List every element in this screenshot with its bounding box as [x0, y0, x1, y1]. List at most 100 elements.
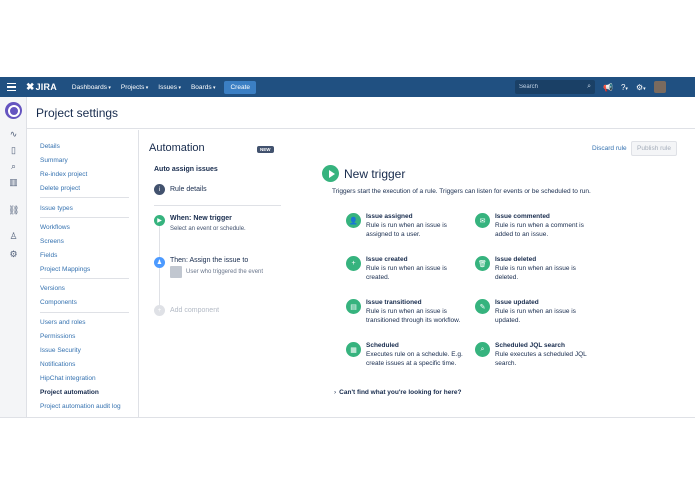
app-switcher-icon[interactable] [0, 77, 22, 97]
trigger-issue-commented[interactable]: ✉ Issue commented Rule is run when a com… [475, 212, 595, 239]
megaphone-icon[interactable]: 📢 [603, 83, 613, 92]
trigger-description: Triggers start the execution of a rule. … [332, 188, 591, 195]
trigger-item-description: Rule executes a scheduled JQL search. [495, 351, 587, 367]
settings-icon[interactable]: ⚙ [8, 249, 19, 259]
trigger-issue-assigned[interactable]: 👤 Issue assigned Rule is run when an iss… [346, 212, 466, 239]
top-navigation-bar: ✖ JIRA Dashboards Projects Issues Boards… [0, 77, 695, 97]
when-step-title: When: New trigger [170, 215, 232, 222]
search-input[interactable] [519, 84, 579, 90]
nav-versions[interactable]: Versions [40, 282, 130, 296]
trigger-item-description: Rule is run when an issue is created. [366, 265, 447, 281]
nav-delete-project[interactable]: Delete project [40, 182, 130, 196]
cant-find-expander[interactable]: › Can't find what you're looking for here… [334, 389, 461, 396]
trigger-issue-transitioned[interactable]: ▤ Issue transitioned Rule is run when an… [346, 298, 466, 325]
plus-icon: + [154, 305, 165, 316]
trigger-selection-panel: Discard rule Publish rule New trigger Tr… [310, 130, 695, 417]
trigger-item-description: Rule is run when an issue is updated. [495, 308, 576, 324]
chevron-right-icon: › [334, 389, 337, 396]
publish-rule-button[interactable]: Publish rule [631, 141, 677, 156]
discard-rule-link[interactable]: Discard rule [592, 145, 627, 152]
divider [154, 205, 281, 206]
nav-hipchat-integration[interactable]: HipChat integration [40, 372, 130, 386]
calendar-icon: ▦ [346, 342, 361, 357]
search-box[interactable]: ⌕ [515, 80, 595, 94]
info-icon: i [154, 184, 165, 195]
nav-divider [40, 312, 129, 313]
trigger-item-title: Issue transitioned [366, 299, 422, 306]
nav-components[interactable]: Components [40, 296, 130, 310]
nav-divider [40, 217, 129, 218]
automation-rule-panel: Automation NEW Auto assign issues i Rule… [140, 130, 310, 417]
play-icon: ▶ [154, 215, 165, 226]
nav-permissions[interactable]: Permissions [40, 330, 130, 344]
trigger-item-description: Rule is run when a comment is added to a… [495, 222, 584, 238]
nav-summary[interactable]: Summary [40, 154, 130, 168]
nav-project-mappings[interactable]: Project Mappings [40, 263, 130, 277]
trigger-scheduled[interactable]: ▦ Scheduled Executes rule on a schedule.… [346, 341, 466, 368]
nav-issue-security[interactable]: Issue Security [40, 344, 130, 358]
cant-find-label: Can't find what you're looking for here? [339, 389, 462, 396]
user-avatar-icon[interactable] [653, 81, 666, 93]
nav-issue-types[interactable]: Issue types [40, 202, 130, 216]
trigger-issue-deleted[interactable]: 🗑 Issue deleted Rule is run when an issu… [475, 255, 595, 282]
nav-group-permissions: Users and roles Permissions Issue Securi… [40, 316, 130, 414]
trigger-item-title: Scheduled [366, 342, 399, 349]
menu-projects[interactable]: Projects [121, 84, 148, 91]
nav-screens[interactable]: Screens [40, 235, 130, 249]
search-issues-icon[interactable]: ⌕ [8, 161, 19, 171]
rule-details-link[interactable]: i Rule details [154, 184, 207, 195]
search-icon: ⌕ [475, 342, 490, 357]
trigger-issue-created[interactable]: + Issue created Rule is run when an issu… [346, 255, 466, 282]
menu-boards[interactable]: Boards [191, 84, 216, 91]
trash-icon: 🗑 [475, 256, 490, 271]
nav-details[interactable]: Details [40, 140, 130, 154]
add-component-label: Add component [170, 307, 220, 314]
settings-navigation: Details Summary Re-index project Delete … [27, 130, 139, 417]
gear-icon[interactable]: ⚙▾ [636, 83, 646, 92]
trigger-item-description: Rule is run when an issue is deleted. [495, 265, 576, 281]
trigger-item-title: Scheduled JQL search [495, 342, 565, 349]
jira-logo[interactable]: ✖ JIRA [26, 82, 57, 93]
nav-project-automation[interactable]: Project automation [40, 386, 130, 400]
help-icon[interactable]: ?▾ [621, 83, 628, 92]
then-action-step[interactable]: ♟ Then: Assign the issue to User who tri… [154, 257, 263, 278]
trigger-item-description: Rule is run when an issue is assigned to… [366, 222, 447, 238]
when-trigger-step[interactable]: ▶ When: New trigger Select an event or s… [154, 215, 246, 232]
trigger-scheduled-jql-search[interactable]: ⌕ Scheduled JQL search Rule executes a s… [475, 341, 595, 368]
link-icon[interactable]: ⛓ [8, 205, 19, 215]
user-action-icon: ♟ [154, 257, 165, 268]
automation-title: Automation [149, 142, 205, 154]
pencil-icon: ✎ [475, 299, 490, 314]
rule-name: Auto assign issues [154, 166, 218, 173]
add-user-icon[interactable]: ♙ [8, 231, 19, 241]
nav-group-issue-types: Issue types [40, 202, 130, 216]
create-button[interactable]: Create [224, 80, 256, 94]
add-component-button[interactable]: + Add component [154, 305, 219, 316]
trigger-item-title: Issue deleted [495, 256, 537, 263]
nav-group-versions: Versions Components [40, 282, 130, 310]
menu-dashboards[interactable]: Dashboards [72, 84, 111, 91]
jira-logo-icon: ✖ [26, 81, 35, 93]
nav-workflows[interactable]: Workflows [40, 221, 130, 235]
nav-notifications[interactable]: Notifications [40, 358, 130, 372]
user-avatar-icon [170, 266, 182, 278]
nav-fields[interactable]: Fields [40, 249, 130, 263]
user-icon: 👤 [346, 213, 361, 228]
nav-users-and-roles[interactable]: Users and roles [40, 316, 130, 330]
rule-details-label: Rule details [170, 186, 207, 193]
reports-icon[interactable]: ▥ [8, 177, 19, 187]
plus-icon: + [346, 256, 361, 271]
then-step-title: Then: Assign the issue to [170, 257, 249, 264]
page-header: Project settings [27, 97, 695, 129]
activity-icon[interactable]: ∿ [8, 129, 19, 139]
project-avatar-icon[interactable] [5, 102, 22, 119]
when-step-subtitle: Select an event or schedule. [170, 226, 246, 232]
menu-issues[interactable]: Issues [158, 84, 181, 91]
board-icon[interactable]: ▯ [8, 145, 19, 155]
trigger-item-description: Rule is run when an issue is transitione… [366, 308, 461, 324]
nav-reindex-project[interactable]: Re-index project [40, 168, 130, 182]
nav-project-automation-audit-log[interactable]: Project automation audit log [40, 400, 130, 414]
nav-group-general: Details Summary Re-index project Delete … [40, 140, 130, 196]
trigger-issue-updated[interactable]: ✎ Issue updated Rule is run when an issu… [475, 298, 595, 325]
search-icon: ⌕ [587, 83, 591, 90]
